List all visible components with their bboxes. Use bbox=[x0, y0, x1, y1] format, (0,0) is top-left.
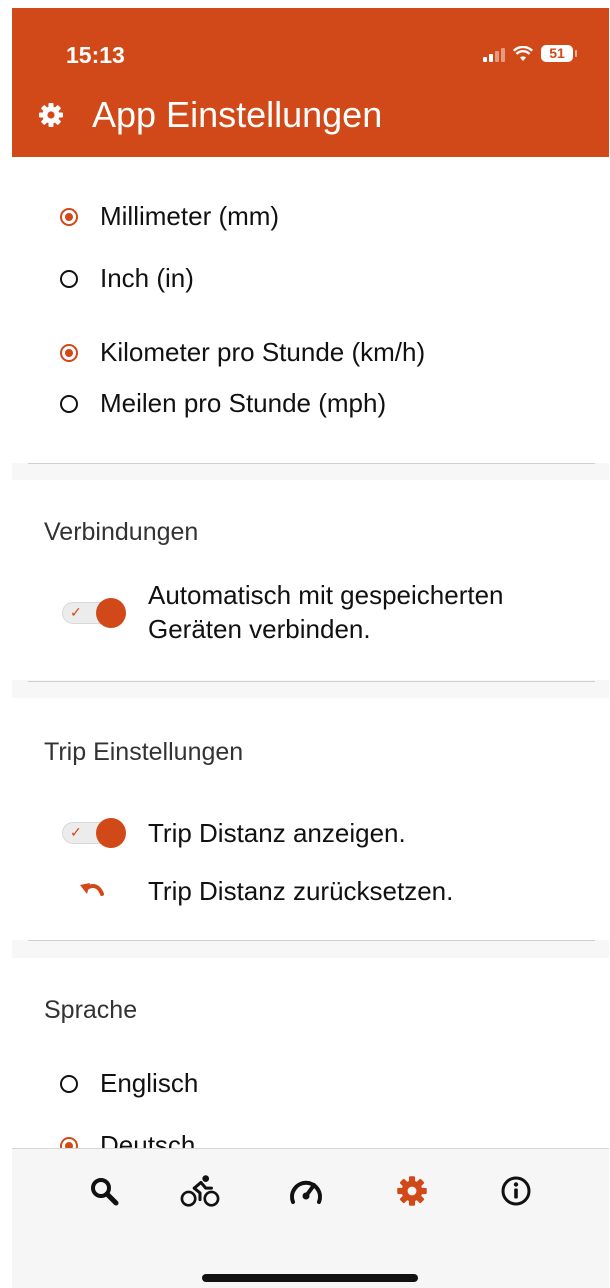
tab-info[interactable] bbox=[496, 1171, 536, 1211]
tab-search[interactable] bbox=[84, 1171, 124, 1211]
cellular-signal-icon bbox=[483, 46, 505, 62]
show-trip-distance-label: Trip Distanz anzeigen. bbox=[148, 818, 406, 848]
radio-unselected-icon bbox=[60, 394, 78, 413]
section-divider bbox=[28, 681, 595, 682]
radio-mph[interactable]: Meilen pro Stunde (mph) bbox=[60, 388, 386, 419]
app-screen: 15:13 51 App Einstellungen Millimeter (m… bbox=[12, 8, 609, 1288]
language-section: Sprache Englisch Deutsch bbox=[12, 958, 609, 1160]
gear-icon bbox=[39, 103, 63, 127]
radio-label: Millimeter (mm) bbox=[100, 201, 280, 231]
section-heading: Trip Einstellungen bbox=[44, 738, 244, 766]
check-icon: ✓ bbox=[70, 604, 82, 620]
show-trip-distance-toggle[interactable]: ✓ bbox=[62, 818, 126, 848]
auto-connect-toggle[interactable]: ✓ bbox=[62, 598, 126, 628]
section-heading: Verbindungen bbox=[44, 518, 199, 546]
radio-englisch[interactable]: Englisch bbox=[60, 1068, 198, 1099]
radio-label: Kilometer pro Stunde (km/h) bbox=[100, 337, 426, 367]
tab-settings[interactable] bbox=[392, 1171, 432, 1211]
units-section: Millimeter (mm) Inch (in) Kilometer pro … bbox=[12, 157, 609, 463]
radio-label: Inch (in) bbox=[100, 263, 194, 293]
radio-selected-icon bbox=[60, 207, 78, 226]
radio-label: Meilen pro Stunde (mph) bbox=[100, 388, 387, 418]
info-icon bbox=[501, 1176, 531, 1206]
radio-millimeter[interactable]: Millimeter (mm) bbox=[60, 201, 279, 232]
title-row: App Einstellungen bbox=[38, 94, 382, 136]
section-divider bbox=[28, 940, 595, 941]
auto-connect-label: Automatisch mit gespeicherten Geräten ve… bbox=[148, 580, 504, 644]
trip-section: Trip Einstellungen ✓ Trip Distanz anzeig… bbox=[12, 698, 609, 940]
bicycle-icon bbox=[180, 1175, 220, 1207]
status-time: 15:13 bbox=[66, 42, 125, 68]
home-indicator bbox=[202, 1274, 418, 1282]
radio-selected-icon bbox=[60, 343, 78, 362]
page-title: App Einstellungen bbox=[92, 94, 383, 135]
radio-inch[interactable]: Inch (in) bbox=[60, 263, 194, 294]
check-icon: ✓ bbox=[70, 824, 82, 840]
section-divider bbox=[28, 463, 595, 464]
tab-bar bbox=[12, 1148, 609, 1288]
tab-speed[interactable] bbox=[286, 1171, 326, 1211]
battery-indicator: 51 bbox=[541, 45, 577, 62]
radio-unselected-icon bbox=[60, 269, 78, 288]
app-header: 15:13 51 App Einstellungen bbox=[12, 8, 609, 157]
speedometer-icon bbox=[290, 1180, 322, 1204]
undo-icon[interactable] bbox=[78, 880, 106, 902]
section-heading: Sprache bbox=[44, 996, 138, 1024]
search-icon bbox=[91, 1178, 119, 1206]
connections-section: Verbindungen ✓ Automatisch mit gespeiche… bbox=[12, 480, 609, 680]
radio-label: Englisch bbox=[100, 1068, 199, 1098]
reset-trip-distance-button[interactable]: Trip Distanz zurücksetzen. bbox=[148, 874, 453, 908]
wifi-icon bbox=[513, 45, 533, 61]
radio-kmh[interactable]: Kilometer pro Stunde (km/h) bbox=[60, 337, 425, 368]
radio-unselected-icon bbox=[60, 1074, 78, 1093]
tab-bike[interactable] bbox=[180, 1171, 220, 1211]
status-indicators: 51 bbox=[483, 45, 577, 62]
gear-icon bbox=[397, 1176, 427, 1206]
